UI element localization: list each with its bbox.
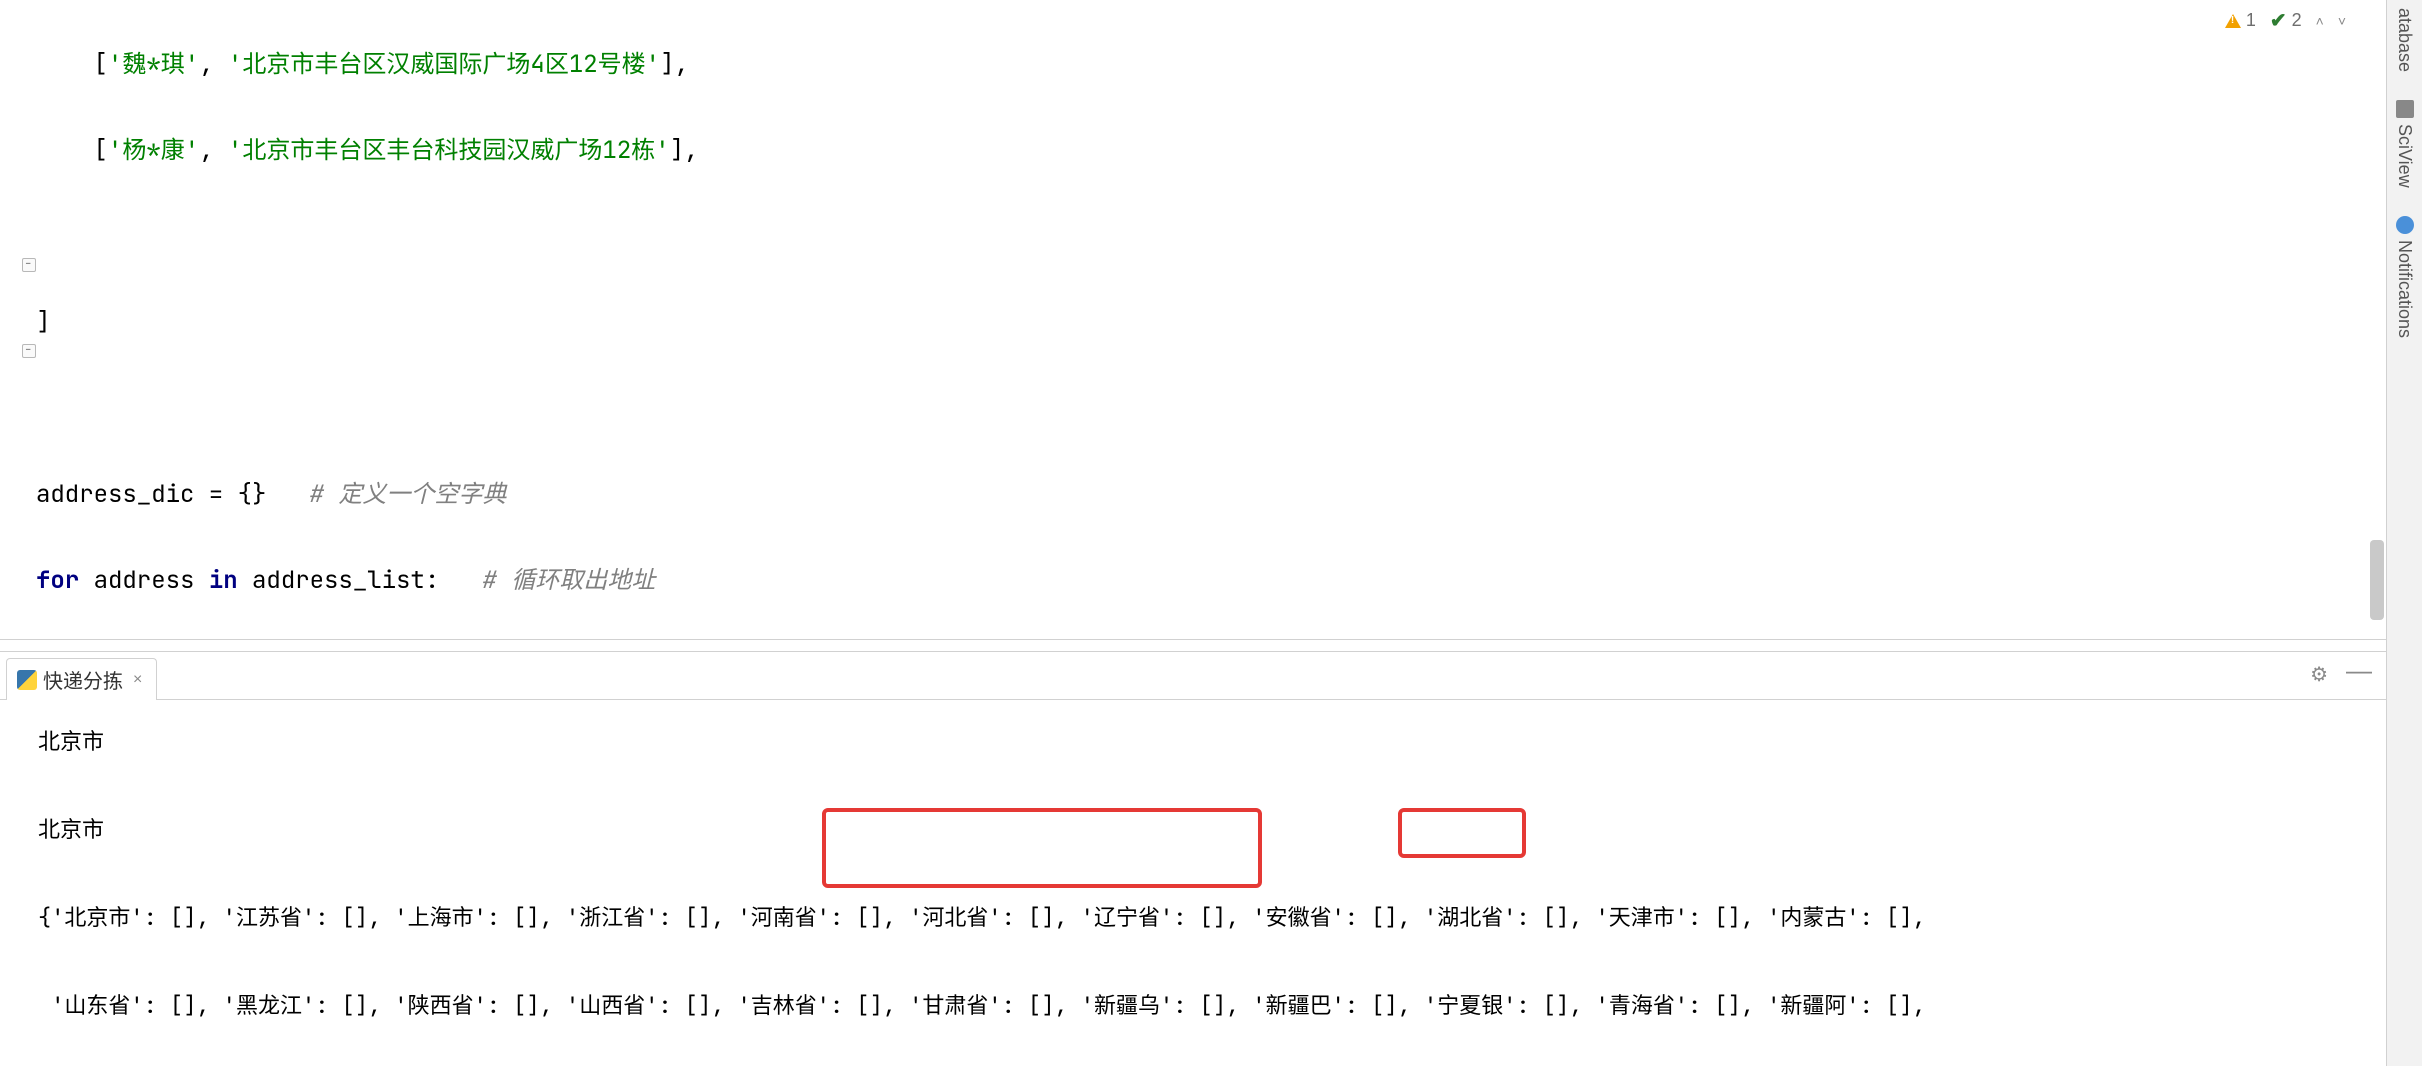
notifications-icon: [2396, 216, 2414, 234]
code-text: '魏*琪': [108, 49, 199, 80]
code-text: address: [79, 565, 209, 596]
notifications-tool-button[interactable]: Notifications: [2394, 216, 2415, 338]
console-text: [], '新疆乌': [], '新疆巴': [], '宁夏银': [],: [1015, 991, 1583, 1020]
code-text: address_dic = {}: [36, 479, 310, 510]
console-output[interactable]: 北京市 北京市 {'北京市': [], '江苏省': [], '上海市': []…: [34, 700, 2386, 1066]
code-text: address_list:: [238, 565, 483, 596]
code-text: [: [36, 49, 108, 80]
console-text: '山东省': [], '黑龙江': [], '陕西省': [], '山西省': …: [38, 991, 1015, 1020]
code-text: # 定义一个空字典: [310, 479, 507, 510]
console-line: '山东省': [], '黑龙江': [], '陕西省': [], '山西省': …: [38, 984, 2376, 1028]
code-area[interactable]: ['魏*琪', '北京市丰台区汉威国际广场4区12号楼'], ['杨*康', '…: [36, 0, 2356, 639]
right-tool-stripe: atabase SciView Notifications: [2386, 0, 2422, 1066]
code-text: ],: [660, 49, 689, 80]
fold-mark[interactable]: [22, 258, 36, 272]
scrollbar-thumb[interactable]: [2370, 540, 2384, 620]
code-text: # 循环取出地址: [482, 565, 655, 596]
gear-icon[interactable]: ⚙: [2310, 662, 2328, 687]
console-text: '青海省': [],: [1582, 991, 1754, 1020]
run-tab-active[interactable]: 快递分拣 ×: [6, 658, 157, 700]
code-text: ,: [199, 49, 228, 80]
sciview-label: SciView: [2394, 124, 2415, 188]
database-label: atabase: [2394, 8, 2415, 72]
sciview-icon: [2396, 100, 2414, 118]
console-line: 北京市: [38, 720, 2376, 764]
console-line: 北京市: [38, 808, 2376, 852]
close-icon[interactable]: ×: [133, 671, 142, 689]
code-text: [36, 215, 2356, 258]
code-text: ,: [199, 135, 228, 166]
console-line: {'北京市': [], '江苏省': [], '上海市': [], '浙江省':…: [38, 896, 2376, 940]
sciview-tool-button[interactable]: SciView: [2394, 100, 2415, 188]
editor-gutter[interactable]: [0, 0, 36, 639]
code-text: [36, 387, 2356, 430]
console-text: '新疆阿': [],: [1754, 991, 1926, 1020]
python-icon: [17, 670, 37, 690]
code-text: [: [36, 135, 108, 166]
run-tab-label: 快递分拣: [43, 665, 123, 694]
code-text: ],: [670, 135, 699, 166]
run-gutter[interactable]: [0, 700, 34, 1066]
code-text: for: [36, 565, 79, 596]
code-text: '杨*康': [108, 135, 199, 166]
editor-pane[interactable]: 1 ✔ 2 ˄ ˅ ['魏*琪', '北京市丰台区汉威国际广场4区12号楼'],…: [0, 0, 2386, 640]
run-tabs: 快递分拣 × ⚙ —: [0, 652, 2386, 700]
run-tool-window: 快递分拣 × ⚙ — 北京市 北京市 {'北京市': [], '江苏省': []…: [0, 652, 2386, 1066]
fold-mark[interactable]: [22, 344, 36, 358]
editor-scrollbar[interactable]: [2366, 0, 2386, 639]
code-text: ]: [36, 307, 50, 338]
minimize-icon[interactable]: —: [2346, 662, 2372, 687]
code-text: '北京市丰台区丰台科技园汉威广场12栋': [228, 135, 670, 166]
notifications-label: Notifications: [2394, 240, 2415, 338]
code-text: '北京市丰台区汉威国际广场4区12号楼': [228, 49, 660, 80]
code-text: in: [209, 565, 238, 596]
database-tool-button[interactable]: atabase: [2394, 8, 2415, 72]
